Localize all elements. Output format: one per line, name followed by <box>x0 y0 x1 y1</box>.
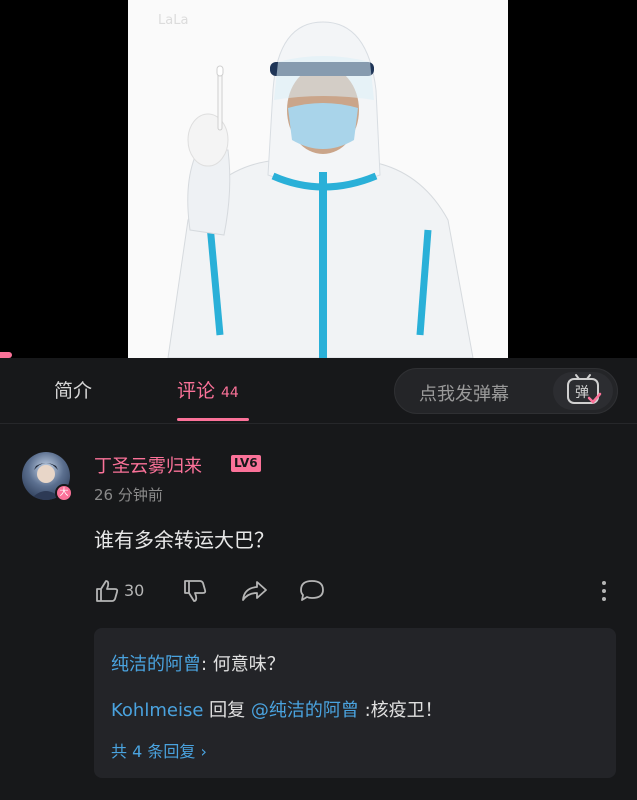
tab-bar: 简介 评论 44 点我发弹幕 弹 <box>0 358 637 424</box>
comment-bubble-icon <box>300 580 324 601</box>
comment-time: 26 分钟前 <box>94 486 163 504</box>
reply-username[interactable]: Kohlmeise <box>111 700 203 721</box>
view-all-replies-link[interactable]: 共 4 条回复 › <box>111 738 207 762</box>
tab-intro[interactable]: 简介 <box>54 376 92 403</box>
level-badge: LV6 <box>231 455 261 472</box>
danmaku-icon: 弹 <box>567 374 602 404</box>
like-button[interactable]: 30 <box>94 578 144 608</box>
dislike-button[interactable] <box>182 578 208 608</box>
thumbs-up-icon <box>96 580 119 602</box>
danmaku-button-label: 弹 <box>575 385 589 401</box>
reply-preview-box[interactable]: 纯洁的阿曾: 何意味？ Kohlmeise 回复 @纯洁的阿曾 :核疫卫！ 共 … <box>94 628 616 778</box>
avatar-badge: 大 <box>55 484 73 502</box>
reply-item: Kohlmeise 回复 @纯洁的阿曾 :核疫卫！ <box>111 696 443 722</box>
danmaku-toggle-button[interactable]: 弹 <box>553 372 613 410</box>
video-player[interactable]: LaLa <box>0 0 637 358</box>
comment-item: 大 丁圣云雾归来 LV6 26 分钟前 谁有多余转运大巴？ 30 纯洁的阿曾: … <box>0 424 637 800</box>
comment-actions: 30 <box>94 578 614 604</box>
reply-item: 纯洁的阿曾: 何意味？ <box>111 650 285 676</box>
tab-comments[interactable]: 评论 44 <box>177 376 239 403</box>
reply-button[interactable] <box>298 578 326 608</box>
active-tab-indicator <box>177 418 249 421</box>
video-frame: LaLa <box>128 0 508 358</box>
comments-count: 44 <box>221 385 239 401</box>
reply-username[interactable]: 纯洁的阿曾 <box>111 654 201 675</box>
watermark: LaLa <box>158 13 188 28</box>
thumbs-down-icon <box>184 580 207 602</box>
more-button[interactable] <box>598 578 610 608</box>
comment-username[interactable]: 丁圣云雾归来 <box>94 452 202 478</box>
reply-text: : 何意味？ <box>201 654 285 675</box>
more-vertical-icon <box>602 581 606 601</box>
share-button[interactable] <box>240 578 268 608</box>
share-icon <box>242 581 267 601</box>
video-frame-image: LaLa <box>128 0 508 358</box>
tab-comments-label: 评论 <box>177 380 216 402</box>
reply-mention[interactable]: @纯洁的阿曾 <box>251 700 359 721</box>
reply-text: :核疫卫！ <box>358 700 443 721</box>
reply-connector: 回复 <box>203 700 251 721</box>
danmaku-placeholder: 点我发弹幕 <box>419 384 509 405</box>
danmaku-input[interactable]: 点我发弹幕 弹 <box>394 368 618 414</box>
comment-content: 谁有多余转运大巴？ <box>94 528 274 552</box>
like-count: 30 <box>124 581 145 600</box>
